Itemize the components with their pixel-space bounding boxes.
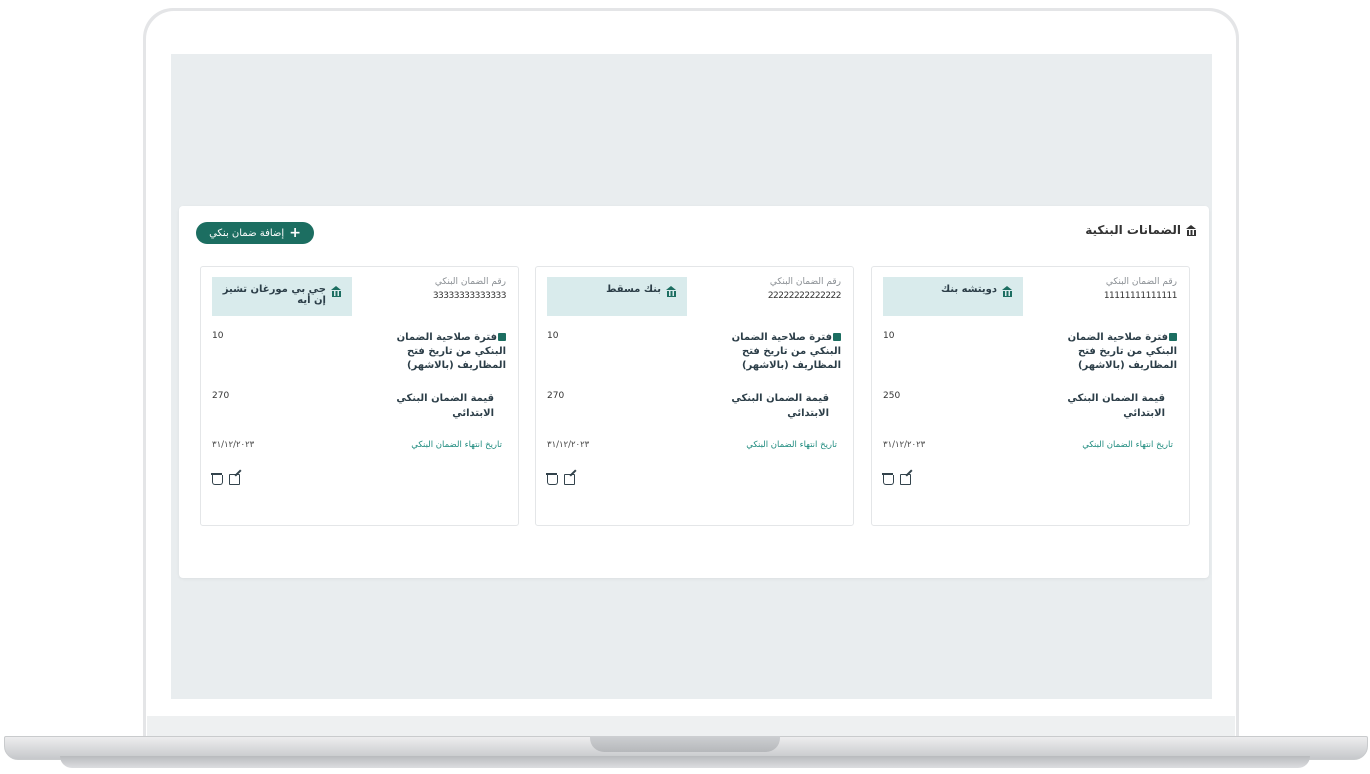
guarantee-number: 33333333333333 <box>432 291 507 301</box>
end-date: ٣١/١٢/٢٠٢٣ <box>883 440 926 450</box>
initial-value-label: قيمة الضمان البنكي الابتدائي <box>731 393 829 419</box>
end-date-label: تاريخ انتهاء الضمان البنكي <box>411 440 502 450</box>
panel-title-text: الضمانات البنكية <box>1085 223 1181 237</box>
laptop-base-bottom <box>60 756 1310 768</box>
bank-icon <box>1002 286 1013 297</box>
edit-icon[interactable] <box>564 474 575 485</box>
validity-label: فترة صلاحية الضمان البنكي من تاريخ فتح ا… <box>396 332 506 371</box>
card-actions <box>882 473 1023 485</box>
initial-value: 270 <box>547 391 565 401</box>
guarantee-number: 22222222222222 <box>767 291 842 301</box>
initial-value: 270 <box>212 391 230 401</box>
bank-name: دويتشه بنك <box>940 284 997 295</box>
bank-name: جي بي مورغان تشيز إن أيه <box>222 284 326 306</box>
calendar-icon <box>833 333 841 341</box>
bank-icon <box>1186 224 1197 236</box>
delete-icon[interactable] <box>211 473 223 485</box>
laptop-chin <box>147 716 1235 736</box>
end-date: ٣١/١٢/٢٠٢٣ <box>547 440 590 450</box>
edit-icon[interactable] <box>900 474 911 485</box>
guarantee-number-label: رقم الضمان البنكي <box>1105 277 1177 287</box>
app-screen: الضمانات البنكية + إضافة ضمان بنكي رقم ا… <box>171 54 1212 699</box>
validity-label: فترة صلاحية الضمان البنكي من تاريخ فتح ا… <box>731 332 841 371</box>
panel-title: الضمانات البنكية <box>1085 223 1197 237</box>
guarantee-number-label: رقم الضمان البنكي <box>769 277 841 287</box>
delete-icon[interactable] <box>882 473 894 485</box>
initial-value: 250 <box>883 391 901 401</box>
calendar-icon <box>498 333 506 341</box>
initial-value-label: قيمة الضمان البنكي الابتدائي <box>1067 393 1165 419</box>
delete-icon[interactable] <box>546 473 558 485</box>
bank-name-box: بنك مسقط <box>547 277 687 316</box>
validity-value: 10 <box>547 331 559 341</box>
guarantee-number-label: رقم الضمان البنكي <box>434 277 506 287</box>
card-actions <box>211 473 352 485</box>
initial-value-label: قيمة الضمان البنكي الابتدائي <box>396 393 494 419</box>
bank-icon <box>666 286 677 297</box>
bank-name-box: جي بي مورغان تشيز إن أيه <box>212 277 352 316</box>
validity-value: 10 <box>883 331 895 341</box>
bank-icon <box>331 286 342 297</box>
end-date-label: تاريخ انتهاء الضمان البنكي <box>1082 440 1173 450</box>
guarantee-card: رقم الضمان البنكي 22222222222222 بنك مسق… <box>535 266 854 526</box>
guarantee-card: رقم الضمان البنكي 11111111111111 دويتشه … <box>871 266 1190 526</box>
card-actions <box>546 473 687 485</box>
guarantee-card: رقم الضمان البنكي 33333333333333 جي بي م… <box>200 266 519 526</box>
bank-name: بنك مسقط <box>606 284 661 295</box>
end-date-label: تاريخ انتهاء الضمان البنكي <box>746 440 837 450</box>
validity-label: فترة صلاحية الضمان البنكي من تاريخ فتح ا… <box>1067 332 1177 371</box>
end-date: ٣١/١٢/٢٠٢٣ <box>212 440 255 450</box>
calendar-icon <box>1169 333 1177 341</box>
edit-icon[interactable] <box>229 474 240 485</box>
plus-icon: + <box>289 225 301 241</box>
add-bank-guarantee-button[interactable]: + إضافة ضمان بنكي <box>196 222 314 244</box>
guarantee-number: 11111111111111 <box>1103 291 1178 301</box>
add-button-label: إضافة ضمان بنكي <box>209 227 285 239</box>
bank-guarantees-panel: الضمانات البنكية + إضافة ضمان بنكي رقم ا… <box>179 206 1209 578</box>
validity-value: 10 <box>212 331 224 341</box>
bank-name-box: دويتشه بنك <box>883 277 1023 316</box>
laptop-notch <box>590 736 780 752</box>
